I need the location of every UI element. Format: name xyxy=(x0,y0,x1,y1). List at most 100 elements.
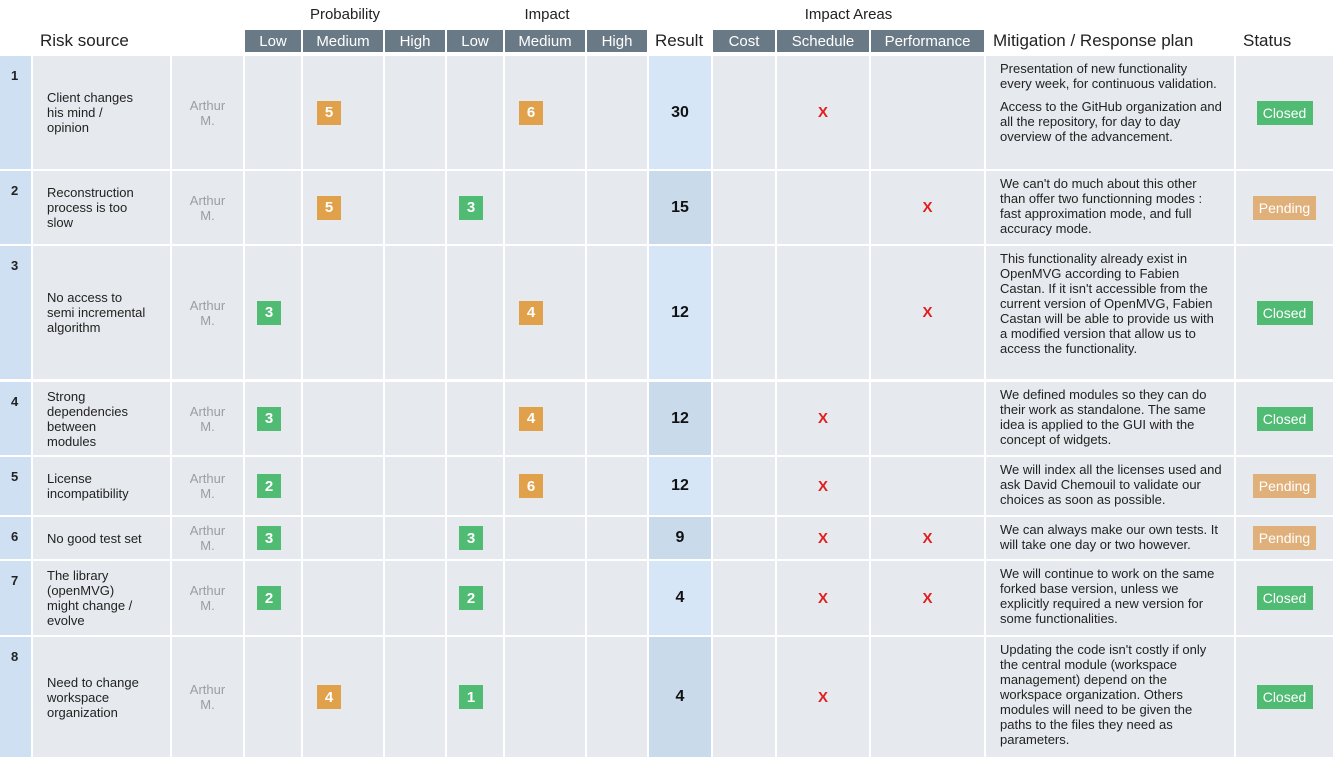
cell-im xyxy=(505,457,585,515)
cell-pl xyxy=(245,171,301,244)
performance-mark: X xyxy=(922,529,933,547)
cell-cost xyxy=(713,637,775,757)
impact-badge: 3 xyxy=(459,195,483,220)
result-cell: 12 xyxy=(649,246,711,379)
schedule-mark: X xyxy=(817,529,828,547)
cell-pm xyxy=(303,246,383,379)
performance-mark: X xyxy=(922,199,933,216)
cell-pl xyxy=(245,637,301,757)
row-number: 5 xyxy=(0,457,31,515)
row-number: 4 xyxy=(0,382,31,455)
cell-cost xyxy=(713,561,775,635)
mitigation-cell: Updating the code isn't costly if only t… xyxy=(986,637,1234,757)
owner-name: Arthur M. xyxy=(189,297,226,328)
schedule-mark: X xyxy=(817,104,828,121)
owner-name: Arthur M. xyxy=(189,403,226,434)
header-impact-low: Low xyxy=(447,30,503,52)
cell-ph xyxy=(385,246,445,379)
result-cell: 12 xyxy=(649,457,711,515)
impact-badge: 4 xyxy=(519,406,543,431)
cell-cost xyxy=(713,246,775,379)
risk-source-cell: Need to change workspace organization xyxy=(33,637,170,757)
result-cell: 12 xyxy=(649,382,711,455)
header-performance: Performance xyxy=(871,30,984,52)
cell-perf xyxy=(871,457,984,515)
header-impact-medium: Medium xyxy=(505,30,585,52)
mitigation-cell: Presentation of new functionality every … xyxy=(986,56,1234,169)
cell-im xyxy=(505,171,585,244)
mitigation-cell: This functionality already exist in Open… xyxy=(986,246,1234,379)
risk-source-cell: The library (openMVG) might change / evo… xyxy=(33,561,170,635)
header-mitigation: Mitigation / Response plan xyxy=(993,31,1194,50)
mitigation-text: Updating the code isn't costly if only t… xyxy=(1000,642,1207,747)
cell-pm xyxy=(303,56,383,169)
cell-ph xyxy=(385,457,445,515)
probability-badge: 3 xyxy=(257,406,281,431)
result-cell: 30 xyxy=(649,56,711,169)
header-risk-source: Risk source xyxy=(40,31,129,50)
cell-ph xyxy=(385,637,445,757)
status-cell: Closed xyxy=(1236,382,1333,455)
owner-cell: Arthur M. xyxy=(172,56,243,169)
risk-source-text: No good test set xyxy=(47,530,142,546)
cell-pm xyxy=(303,517,383,559)
cell-perf xyxy=(871,56,984,169)
owner-name: Arthur M. xyxy=(189,97,226,128)
row-number: 7 xyxy=(0,561,31,635)
mitigation-text: This functionality already exist in Open… xyxy=(1000,251,1214,356)
status-badge: Pending xyxy=(1252,526,1317,550)
mitigation-text: Presentation of new functionality every … xyxy=(1000,61,1217,91)
owner-cell: Arthur M. xyxy=(172,637,243,757)
impact-badge: 6 xyxy=(519,100,543,125)
mitigation-text: Access to the GitHub organization and al… xyxy=(1000,99,1222,144)
cell-cost xyxy=(713,382,775,455)
probability-badge: 2 xyxy=(257,474,281,498)
mitigation-text: We will index all the licenses used and … xyxy=(1000,462,1222,507)
status-cell: Pending xyxy=(1236,457,1333,515)
cell-sch xyxy=(777,246,869,379)
owner-cell: Arthur M. xyxy=(172,382,243,455)
cell-cost xyxy=(713,56,775,169)
status-badge: Closed xyxy=(1256,406,1313,431)
group-header-impact-areas: Impact Areas xyxy=(804,6,893,23)
cell-im xyxy=(505,56,585,169)
cell-ih xyxy=(587,171,647,244)
risk-source-cell: Strong dependencies between modules xyxy=(33,382,170,455)
header-prob-low: Low xyxy=(245,30,301,52)
status-badge: Closed xyxy=(1256,586,1313,610)
owner-name: Arthur M. xyxy=(189,471,226,501)
cell-ih xyxy=(587,561,647,635)
status-cell: Pending xyxy=(1236,517,1333,559)
owner-name: Arthur M. xyxy=(189,583,226,613)
cell-pm xyxy=(303,561,383,635)
cell-ph xyxy=(385,171,445,244)
group-header-impact: Impact xyxy=(524,6,570,23)
row-number: 8 xyxy=(0,637,31,757)
cell-pl xyxy=(245,56,301,169)
header-impact-high: High xyxy=(587,30,647,52)
cell-im xyxy=(505,561,585,635)
owner-cell: Arthur M. xyxy=(172,517,243,559)
probability-badge: 5 xyxy=(317,100,341,125)
mitigation-cell: We can always make our own tests. It wil… xyxy=(986,517,1234,559)
row-number: 3 xyxy=(0,246,31,379)
risk-source-text: Need to change workspace organization xyxy=(47,674,139,720)
status-badge: Pending xyxy=(1252,195,1317,220)
status-cell: Closed xyxy=(1236,246,1333,379)
risk-source-cell: Client changes his mind / opinion xyxy=(33,56,170,169)
cell-perf xyxy=(871,637,984,757)
cell-cost xyxy=(713,171,775,244)
status-badge: Pending xyxy=(1252,474,1317,498)
mitigation-text: We defined modules so they can do their … xyxy=(1000,387,1207,447)
cell-perf xyxy=(871,382,984,455)
owner-name: Arthur M. xyxy=(189,523,226,553)
owner-cell: Arthur M. xyxy=(172,171,243,244)
owner-cell: Arthur M. xyxy=(172,561,243,635)
probability-badge: 3 xyxy=(257,526,281,550)
owner-cell: Arthur M. xyxy=(172,457,243,515)
mitigation-text: We can't do much about this other than o… xyxy=(1000,176,1203,236)
performance-mark: X xyxy=(922,589,933,607)
schedule-mark: X xyxy=(817,410,828,427)
cell-pm xyxy=(303,171,383,244)
header-status: Status xyxy=(1243,31,1292,50)
